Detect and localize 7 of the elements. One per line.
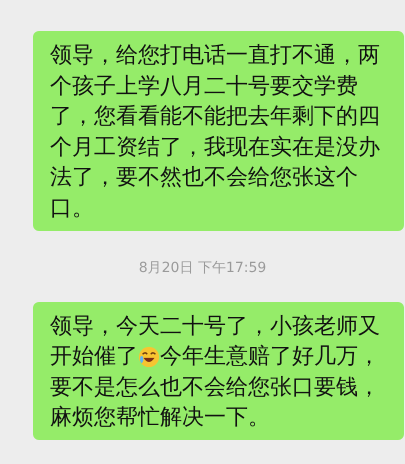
message-text: 开始催了 (50, 343, 138, 372)
message-text: 要不是怎么也不会给您张口要钱，麻烦您帮忙解决一下。 (50, 374, 380, 430)
message-text: 领导，给您打电话一直打不通，两个孩子上学八月二十号要交学费了，您看看能不能把去年剩下的四个月工资结了，我现在实在是没办法了，要不然也不会给您张这个口。 (50, 43, 380, 221)
timestamp: 8月20日 下午17:59 (138, 258, 268, 277)
message-text: 领导，今天二十号了，小孩老师又 (50, 314, 380, 339)
message-text: 今年生意赔了好几万， (160, 343, 380, 372)
laughing-face-icon (138, 346, 160, 368)
